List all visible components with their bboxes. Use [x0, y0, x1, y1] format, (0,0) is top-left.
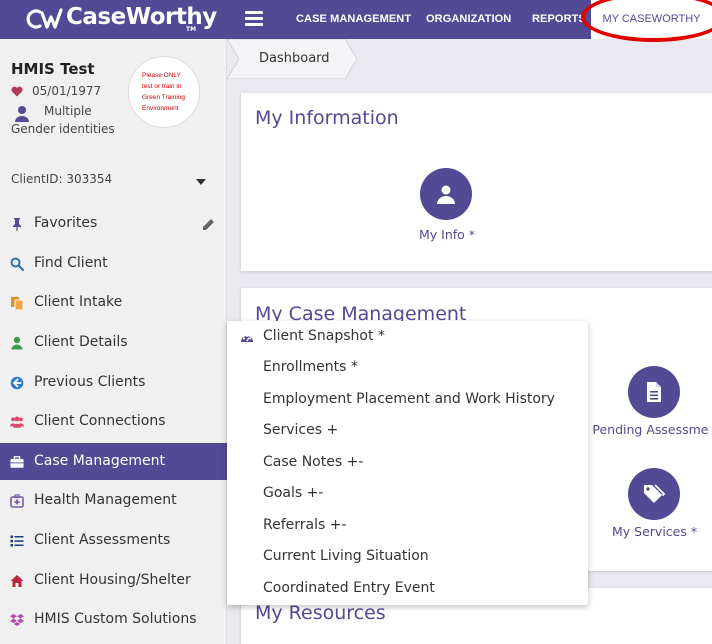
- pending-assessments-circle: [628, 366, 680, 418]
- sidebar-item-find-client[interactable]: Find Client: [0, 245, 227, 282]
- sidebar-item-client-connections[interactable]: Client Connections: [0, 403, 227, 440]
- breadcrumb-bar: Dashboard: [227, 39, 712, 79]
- dropdown-item-goals[interactable]: Goals +-: [263, 485, 323, 501]
- sidebar-item-label: Previous Clients: [34, 374, 146, 390]
- my-services-circle: [628, 468, 680, 520]
- user-icon: [437, 185, 455, 204]
- sidebar-item-case-management[interactable]: Case Management: [0, 443, 227, 480]
- dropdown-item-coordinated-entry-event[interactable]: Coordinated Entry Event: [263, 580, 435, 596]
- breadcrumb-dashboard[interactable]: Dashboard: [259, 51, 330, 66]
- sidebar-item-label: Client Intake: [34, 294, 123, 310]
- my-information-card: My Information My Info *: [241, 93, 712, 271]
- sidebar-item-client-details[interactable]: Client Details: [0, 324, 227, 361]
- dropdown-item-employment-placement[interactable]: Employment Placement and Work History: [263, 391, 555, 407]
- my-info-circle: [420, 168, 472, 220]
- sidebar-item-hmis-custom-solutions[interactable]: HMIS Custom Solutions: [0, 601, 227, 638]
- briefcase-icon: [10, 456, 24, 468]
- sidebar-item-client-intake[interactable]: Client Intake: [0, 284, 227, 321]
- dropdown-item-referrals[interactable]: Referrals +-: [263, 517, 347, 533]
- sidebar-item-client-housing-shelter[interactable]: Client Housing/Shelter: [0, 562, 227, 599]
- dropdown-item-enrollments[interactable]: Enrollments *: [263, 359, 358, 375]
- client-name: HMIS Test: [11, 60, 95, 78]
- nav-organization[interactable]: ORGANIZATION: [426, 0, 511, 39]
- dropdown-item-case-notes[interactable]: Case Notes +-: [263, 454, 363, 470]
- dropbox-icon: [10, 614, 24, 626]
- pencil-edit-icon[interactable]: [202, 218, 215, 231]
- back-circle-icon: [10, 376, 24, 390]
- sidebar-item-label: Client Assessments: [34, 532, 171, 548]
- training-warning-badge: Please ONLY test or train in Green Train…: [128, 56, 200, 128]
- dropdown-item-client-snapshot[interactable]: Client Snapshot *: [263, 328, 385, 344]
- sidebar-item-previous-clients[interactable]: Previous Clients: [0, 364, 227, 401]
- sidebar-item-label: Client Connections: [34, 413, 166, 429]
- caseworthy-logo-icon: [26, 8, 63, 29]
- document-icon: [647, 382, 661, 402]
- intake-icon: [11, 297, 24, 310]
- sidebar-item-label: HMIS Custom Solutions: [34, 611, 197, 627]
- dropdown-item-services[interactable]: Services +: [263, 422, 338, 438]
- client-dob: 05/01/1977: [32, 84, 102, 98]
- sidebar-item-favorites[interactable]: Favorites: [0, 205, 227, 242]
- hamburger-menu-icon[interactable]: [245, 11, 263, 27]
- nav-my-caseworthy[interactable]: MY CASEWORTHY: [591, 0, 712, 39]
- sidebar-item-label: Favorites: [34, 215, 98, 231]
- sidebar: HMIS Test 05/01/1977 Multiple Gender ide…: [0, 39, 227, 644]
- my-services-tile[interactable]: My Services *: [591, 468, 711, 548]
- heart-icon: [11, 86, 23, 97]
- sidebar-item-client-assessments[interactable]: Client Assessments: [0, 522, 227, 559]
- client-id: ClientID: 303354: [11, 172, 113, 186]
- sidebar-item-health-management[interactable]: Health Management: [0, 482, 227, 519]
- nav-case-management[interactable]: CASE MANAGEMENT: [296, 0, 411, 39]
- dropdown-item-current-living-situation[interactable]: Current Living Situation: [263, 548, 429, 564]
- caseworthy-logo[interactable]: CaseWorthy TM: [0, 0, 227, 39]
- card-title-my-resources: My Resources: [255, 602, 386, 624]
- sidebar-item-label: Client Housing/Shelter: [34, 572, 191, 588]
- my-info-tile[interactable]: My Info *: [406, 168, 486, 248]
- my-info-label: My Info *: [419, 227, 476, 242]
- sidebar-item-label: Case Management: [34, 453, 165, 469]
- search-icon: [10, 257, 24, 271]
- case-management-dropdown-menu: Client Snapshot * Enrollments * Employme…: [227, 321, 588, 605]
- pending-assessments-label: y Pending Assessme: [581, 422, 709, 437]
- users-icon: [10, 416, 24, 428]
- client-gender: Multiple Gender identities: [11, 104, 115, 136]
- my-services-label: My Services *: [612, 524, 698, 539]
- caret-down-icon[interactable]: [196, 179, 206, 185]
- breadcrumb[interactable]: Dashboard: [227, 39, 357, 79]
- sidebar-item-label: Client Details: [34, 334, 128, 350]
- home-icon: [10, 575, 24, 587]
- list-icon: [10, 535, 24, 547]
- sidebar-item-label: Health Management: [34, 492, 177, 508]
- tags-icon: [644, 484, 666, 503]
- medkit-icon: [10, 494, 24, 508]
- sidebar-item-label: Find Client: [34, 255, 108, 271]
- brand-trademark: TM: [186, 26, 197, 33]
- dashboard-gauge-icon: [241, 335, 253, 342]
- pin-icon: [13, 218, 21, 231]
- top-navigation-bar: CaseWorthy TM CASE MANAGEMENT ORGANIZATI…: [0, 0, 712, 39]
- nav-reports[interactable]: REPORTS: [532, 0, 586, 39]
- user-icon: [11, 336, 23, 350]
- card-title-my-information: My Information: [255, 107, 399, 129]
- pending-assessments-tile[interactable]: y Pending Assessme: [581, 366, 712, 446]
